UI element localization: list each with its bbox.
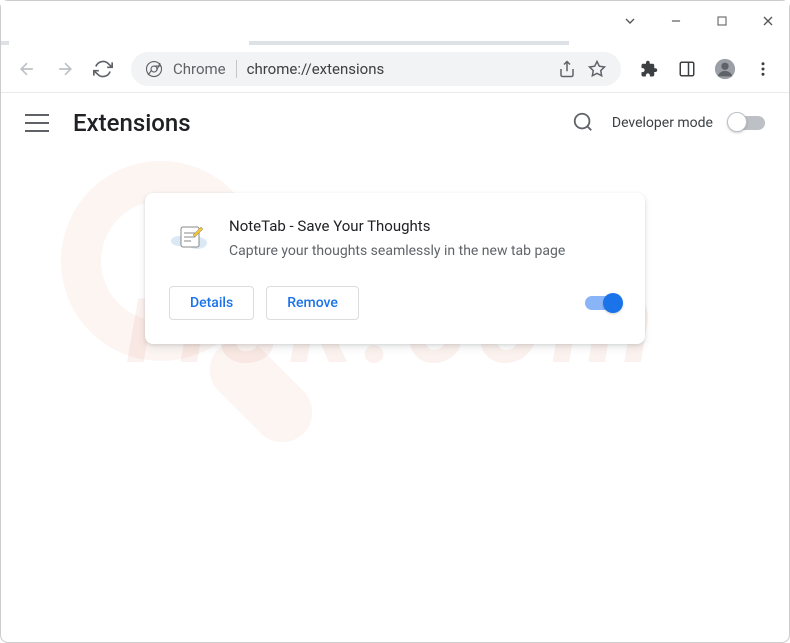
back-button[interactable] <box>11 53 43 85</box>
remove-button[interactable]: Remove <box>266 286 359 320</box>
menu-dots-icon[interactable] <box>747 53 779 85</box>
address-bar[interactable]: Chrome chrome://extensions <box>131 52 621 86</box>
search-icon[interactable] <box>572 111 596 135</box>
address-separator <box>236 60 237 78</box>
address-url: chrome://extensions <box>247 60 385 78</box>
share-icon[interactable] <box>557 59 577 79</box>
hamburger-menu-icon[interactable] <box>25 111 49 135</box>
chevron-down-icon[interactable] <box>621 12 639 30</box>
extension-card: NoteTab - Save Your Thoughts Capture you… <box>145 193 645 344</box>
page-title: Extensions <box>73 109 191 137</box>
profile-avatar-icon[interactable] <box>709 53 741 85</box>
close-icon[interactable] <box>759 12 777 30</box>
extensions-content: NoteTab - Save Your Thoughts Capture you… <box>1 153 789 384</box>
extension-description: Capture your thoughts seamlessly in the … <box>229 241 621 262</box>
developer-mode-toggle[interactable] <box>729 116 765 130</box>
page-header: Extensions Developer mode <box>1 93 789 153</box>
star-icon[interactable] <box>587 59 607 79</box>
reload-button[interactable] <box>87 53 119 85</box>
window-titlebar <box>1 1 789 41</box>
chrome-icon <box>145 60 163 78</box>
maximize-icon[interactable] <box>713 12 731 30</box>
minimize-icon[interactable] <box>667 12 685 30</box>
extension-app-icon <box>169 217 209 257</box>
browser-toolbar: Chrome chrome://extensions <box>1 45 789 93</box>
developer-mode-label: Developer mode <box>612 115 713 131</box>
extensions-puzzle-icon[interactable] <box>633 53 665 85</box>
extension-enable-toggle[interactable] <box>585 296 621 310</box>
extension-name: NoteTab - Save Your Thoughts <box>229 217 621 235</box>
address-label: Chrome <box>173 60 226 78</box>
forward-button[interactable] <box>49 53 81 85</box>
sidepanel-icon[interactable] <box>671 53 703 85</box>
details-button[interactable]: Details <box>169 286 254 320</box>
